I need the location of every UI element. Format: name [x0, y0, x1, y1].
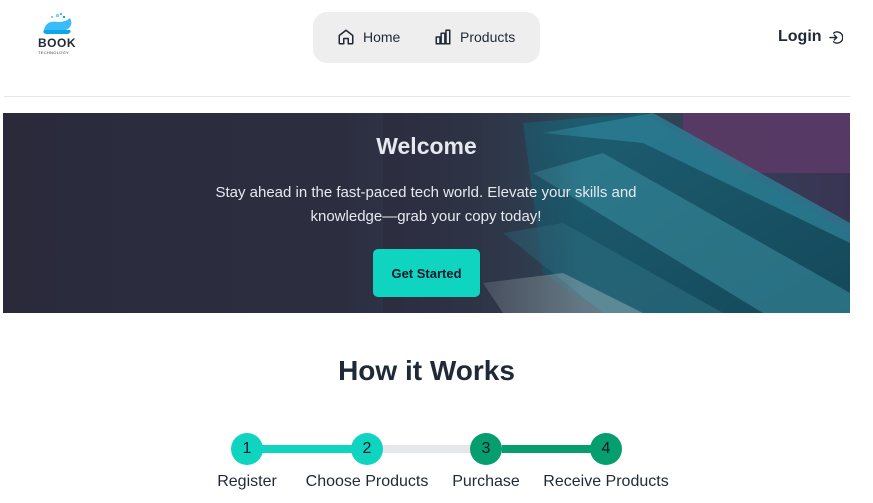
- nav-item-home[interactable]: Home: [337, 28, 400, 46]
- step-label-register: Register: [217, 473, 277, 490]
- step-number-3: 3: [470, 433, 502, 465]
- step-number-4: 4: [590, 433, 622, 465]
- login-label: Login: [778, 28, 822, 45]
- brand-logo[interactable]: BOOK TECHNOLOGY: [36, 12, 84, 58]
- login-button[interactable]: Login: [778, 28, 843, 46]
- step-connector: [262, 445, 352, 453]
- get-started-button[interactable]: Get Started: [373, 249, 480, 297]
- step-number-2: 2: [351, 433, 383, 465]
- hero-description: Stay ahead in the fast-paced tech world.…: [215, 184, 637, 225]
- header-divider: [4, 96, 850, 97]
- main-nav: Home Products: [313, 12, 540, 63]
- step-connector: [382, 445, 472, 453]
- sign-in-icon: [828, 30, 843, 45]
- bar-chart-icon: [434, 28, 452, 46]
- nav-item-label: Products: [460, 29, 516, 45]
- home-icon: [337, 28, 355, 46]
- nav-item-label: Home: [363, 29, 401, 45]
- hero-title: Welcome: [376, 133, 477, 159]
- brand-tagline: TECHNOLOGY: [38, 50, 70, 55]
- step-label-purchase: Purchase: [452, 473, 520, 490]
- step-label-receive-products: Receive Products: [543, 473, 669, 490]
- step-label-choose-products: Choose Products: [305, 473, 429, 490]
- how-it-works-title: How it Works: [338, 355, 515, 386]
- nav-item-products[interactable]: Products: [434, 28, 515, 46]
- hero-banner: Welcome Stay ahead in the fast-paced tec…: [3, 113, 850, 313]
- how-it-works-steps: 1 2 3 4 Register Choose Products Purchas…: [0, 432, 873, 503]
- step-connector: [502, 445, 592, 453]
- step-number-1: 1: [231, 433, 263, 465]
- book-logo-icon: [43, 13, 72, 34]
- site-header: BOOK TECHNOLOGY Home Products Login: [0, 0, 873, 96]
- brand-name: BOOK: [38, 36, 76, 50]
